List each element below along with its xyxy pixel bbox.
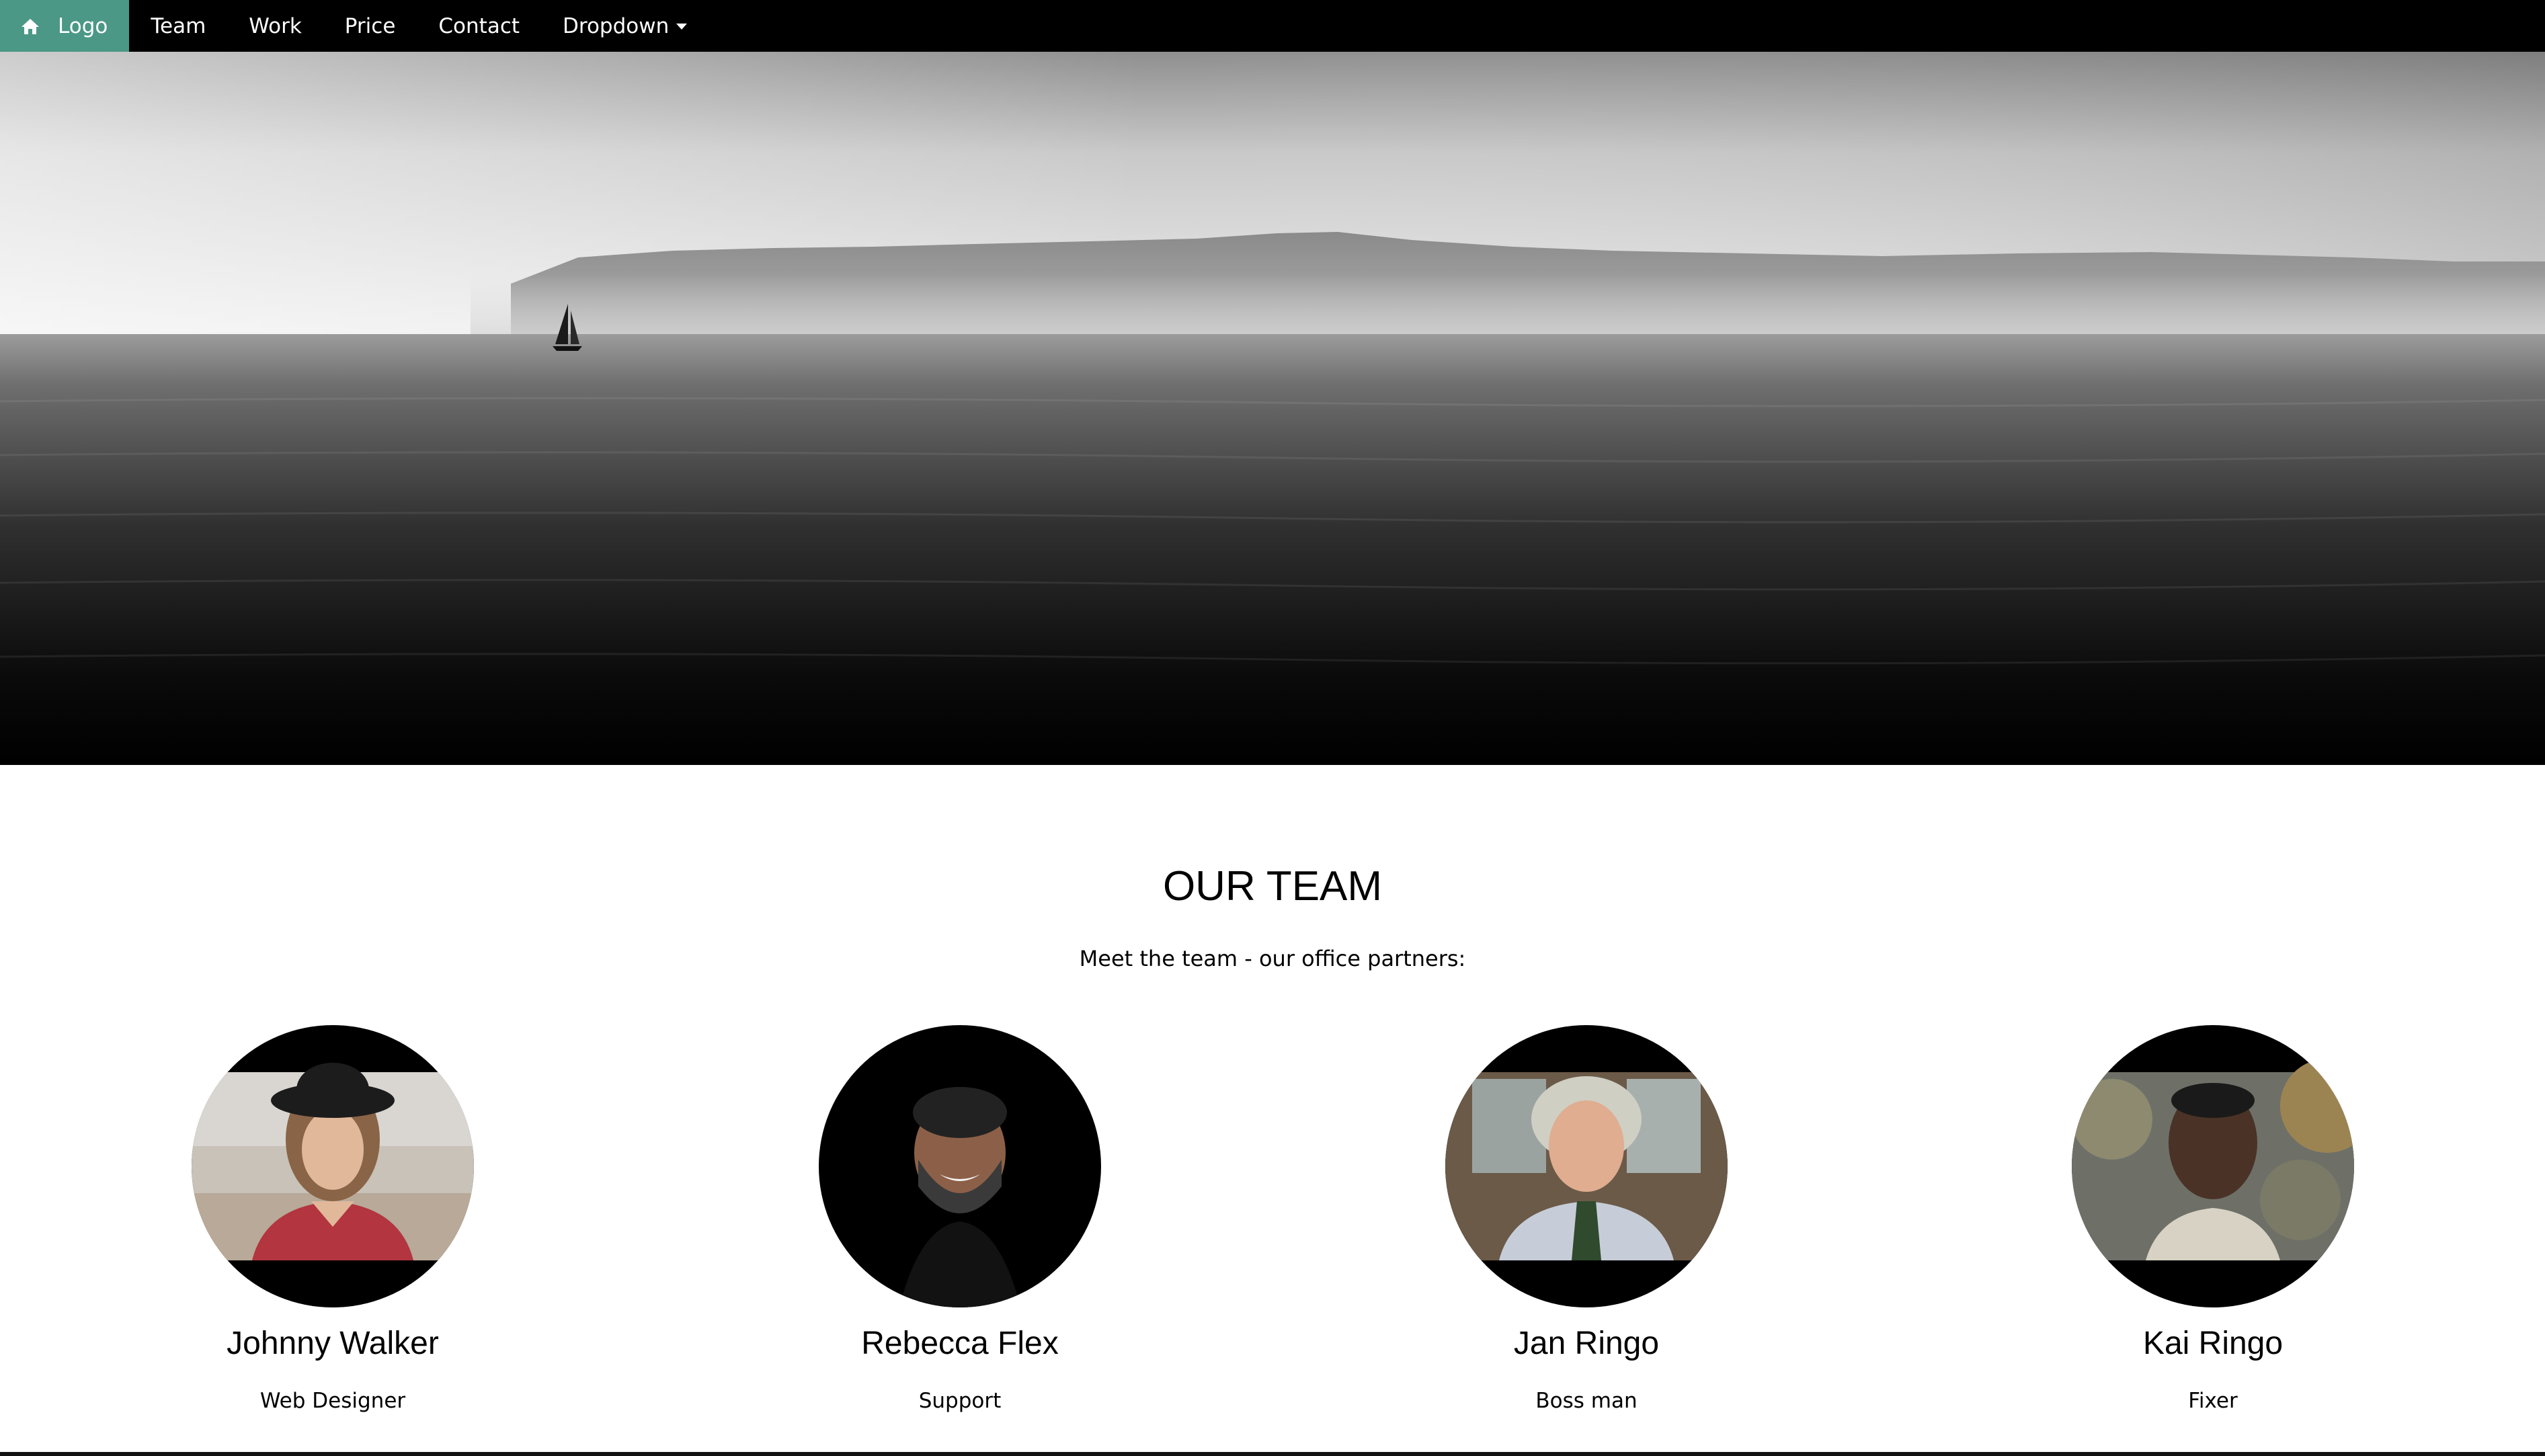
member-name: Kai Ringo [2142, 1326, 2284, 1361]
hero-image [0, 52, 2545, 765]
team-member-card: Kai Ringo Fixer [1978, 1025, 2448, 1412]
member-role: Web Designer [259, 1389, 406, 1413]
member-name: Jan Ringo [1513, 1326, 1660, 1361]
team-member-card: Jan Ringo Boss man [1351, 1025, 1822, 1412]
avatar [1445, 1025, 1728, 1307]
nav-dropdown-toggle[interactable]: Dropdown [541, 0, 709, 52]
avatar [192, 1025, 474, 1307]
nav-dropdown-label: Dropdown [563, 13, 670, 38]
page-bottom-border [0, 1452, 2545, 1456]
nav-item-contact[interactable]: Contact [417, 0, 541, 52]
team-member-card: Rebecca Flex Support [725, 1025, 1195, 1412]
member-name: Johnny Walker [227, 1326, 439, 1361]
avatar [2072, 1025, 2354, 1307]
member-name: Rebecca Flex [861, 1326, 1059, 1361]
team-subtitle: Meet the team - our office partners: [1079, 946, 1466, 971]
nav-item-team[interactable]: Team [129, 0, 227, 52]
nav-item-work[interactable]: Work [227, 0, 323, 52]
top-navigation: Logo Team Work Price Contact Dropdown [0, 0, 2545, 52]
caret-down-icon [676, 24, 688, 30]
team-title: OUR TEAM [1162, 863, 1383, 909]
nav-logo-link[interactable]: Logo [0, 0, 130, 52]
nav-logo-label: Logo [58, 13, 108, 38]
member-role: Fixer [2188, 1389, 2238, 1413]
team-member-card: Johnny Walker Web Designer [97, 1025, 568, 1412]
member-role: Support [918, 1389, 1002, 1413]
nav-item-price[interactable]: Price [323, 0, 417, 52]
avatar [819, 1025, 1101, 1307]
member-role: Boss man [1535, 1389, 1638, 1413]
home-icon [20, 16, 40, 36]
